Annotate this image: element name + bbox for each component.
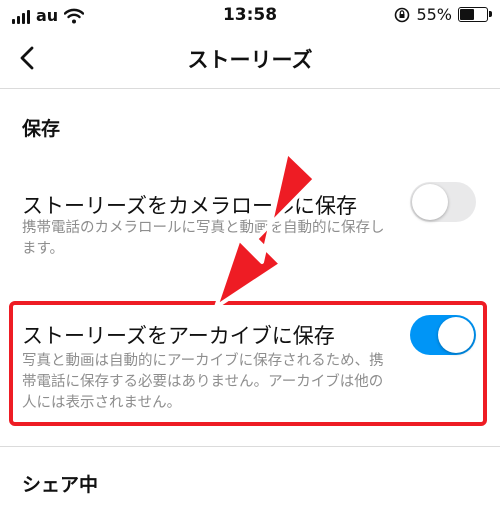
status-right: 55%: [394, 5, 492, 24]
toggle-knob: [412, 184, 448, 220]
section-title-save: 保存: [22, 118, 61, 140]
orientation-lock-icon: [395, 7, 410, 22]
battery-fill: [460, 9, 474, 20]
section-title-sharing: シェア中: [22, 474, 99, 496]
header-divider: [0, 88, 500, 89]
status-bar: au 13:58 55%: [0, 0, 500, 30]
section-divider: [0, 446, 500, 447]
highlight-frame: [9, 301, 487, 426]
setting-title: ストーリーズをカメラロールに保存: [22, 194, 357, 218]
camera-roll-toggle[interactable]: [410, 182, 476, 222]
navigation-bar: ストーリーズ: [0, 30, 500, 86]
page-title: ストーリーズ: [187, 48, 313, 72]
battery-percentage: 55%: [416, 5, 452, 24]
setting-description: 携帯電話のカメラロールに写真と動画を自動的に保存します。: [22, 220, 385, 257]
battery-icon: [458, 7, 492, 22]
